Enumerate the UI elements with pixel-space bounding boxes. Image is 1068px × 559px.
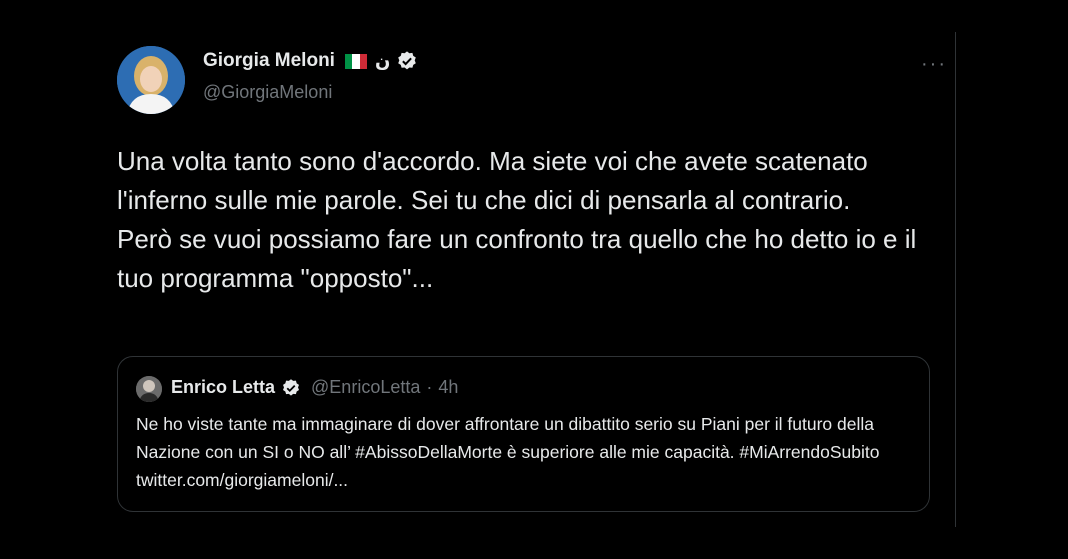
quote-author-avatar [136, 376, 162, 402]
tweet-text-paragraph: Una volta tanto sono d'accordo. Ma siete… [117, 146, 868, 215]
verified-badge-icon [281, 378, 301, 398]
tweet-text-paragraph: Però se vuoi possiamo fare un confronto … [117, 224, 917, 293]
column-divider [955, 32, 956, 527]
quote-text: Ne ho viste tante ma immaginare di dover… [136, 414, 880, 490]
tweet-header: Giorgia Meloni ن @GiorgiaMeloni ··· [117, 42, 945, 116]
quote-timestamp: 4h [438, 377, 459, 397]
author-avatar[interactable] [117, 46, 185, 114]
author-handle[interactable]: @GiorgiaMeloni [203, 82, 332, 103]
author-display-name[interactable]: Giorgia Meloni [203, 50, 335, 72]
quote-separator: · [426, 377, 433, 397]
name-extra-glyph: ن [374, 50, 391, 71]
italy-flag-icon [344, 53, 367, 69]
quote-author-handle: @EnricoLetta [311, 377, 421, 397]
quote-header: Enrico Letta @EnricoLetta · 4h [171, 377, 458, 398]
author-name-row: Giorgia Meloni ن [203, 50, 418, 72]
tweet[interactable]: Giorgia Meloni ن @GiorgiaMeloni ··· Una … [117, 42, 945, 512]
tweet-text: Una volta tanto sono d'accordo. Ma siete… [117, 142, 935, 298]
verified-badge-icon [396, 50, 418, 72]
quote-author-name: Enrico Letta [171, 377, 276, 397]
quoted-tweet[interactable]: Enrico Letta @EnricoLetta · 4h Ne ho vis… [117, 356, 930, 512]
more-options-icon[interactable]: ··· [921, 54, 947, 74]
